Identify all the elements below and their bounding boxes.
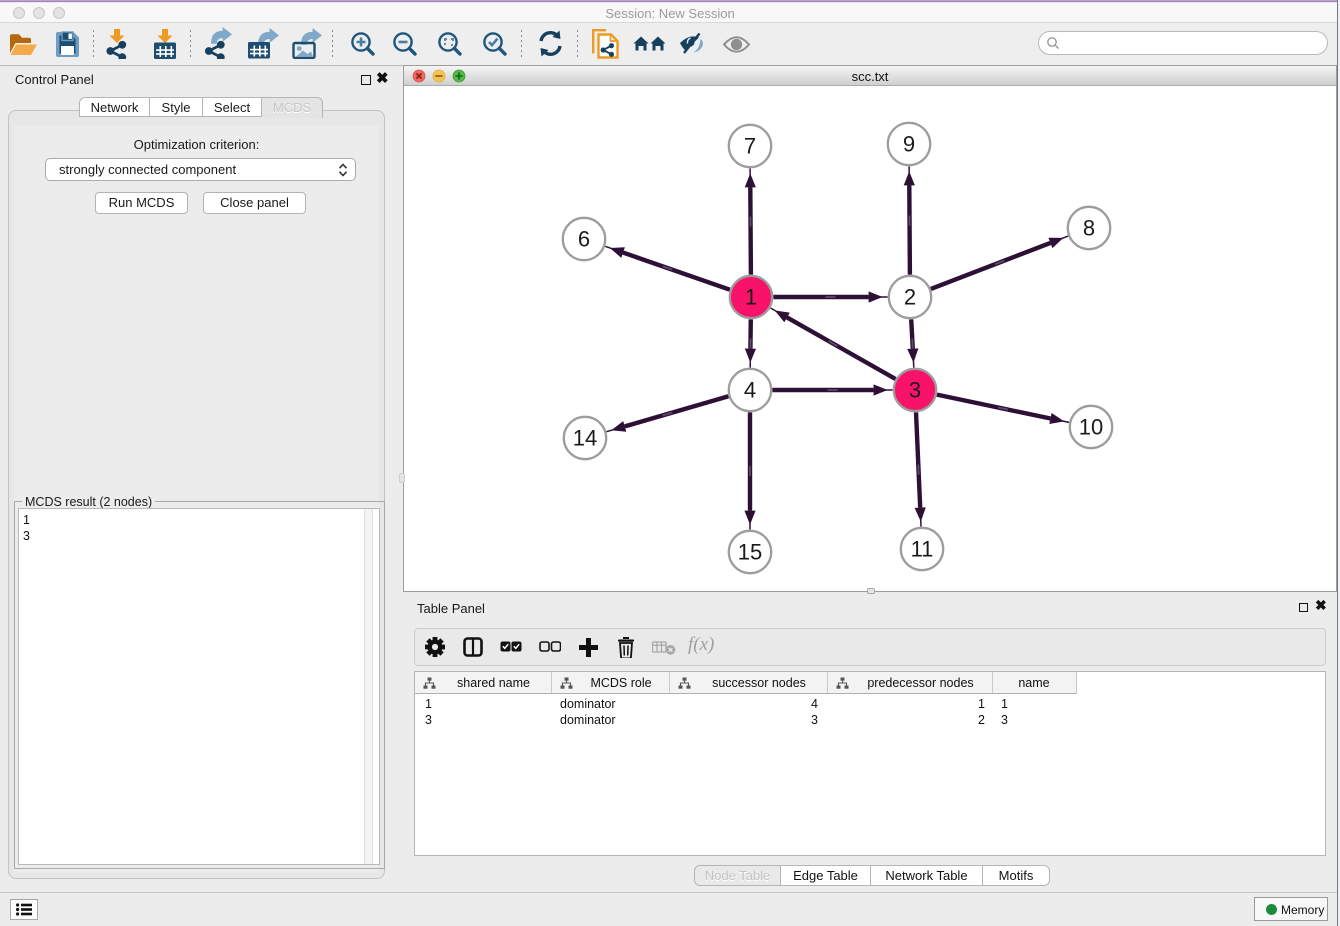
svg-text:10: 10 — [1079, 415, 1103, 440]
svg-text:15: 15 — [738, 540, 762, 565]
svg-text:4: 4 — [744, 378, 756, 403]
svg-text:2: 2 — [904, 285, 916, 310]
svg-text:9: 9 — [903, 132, 915, 157]
svg-text:14: 14 — [573, 426, 597, 451]
svg-text:11: 11 — [911, 537, 934, 562]
svg-text:1: 1 — [745, 285, 757, 310]
svg-text:3: 3 — [909, 378, 921, 403]
svg-text:7: 7 — [744, 134, 756, 159]
svg-text:8: 8 — [1083, 216, 1095, 241]
svg-text:6: 6 — [578, 227, 590, 252]
